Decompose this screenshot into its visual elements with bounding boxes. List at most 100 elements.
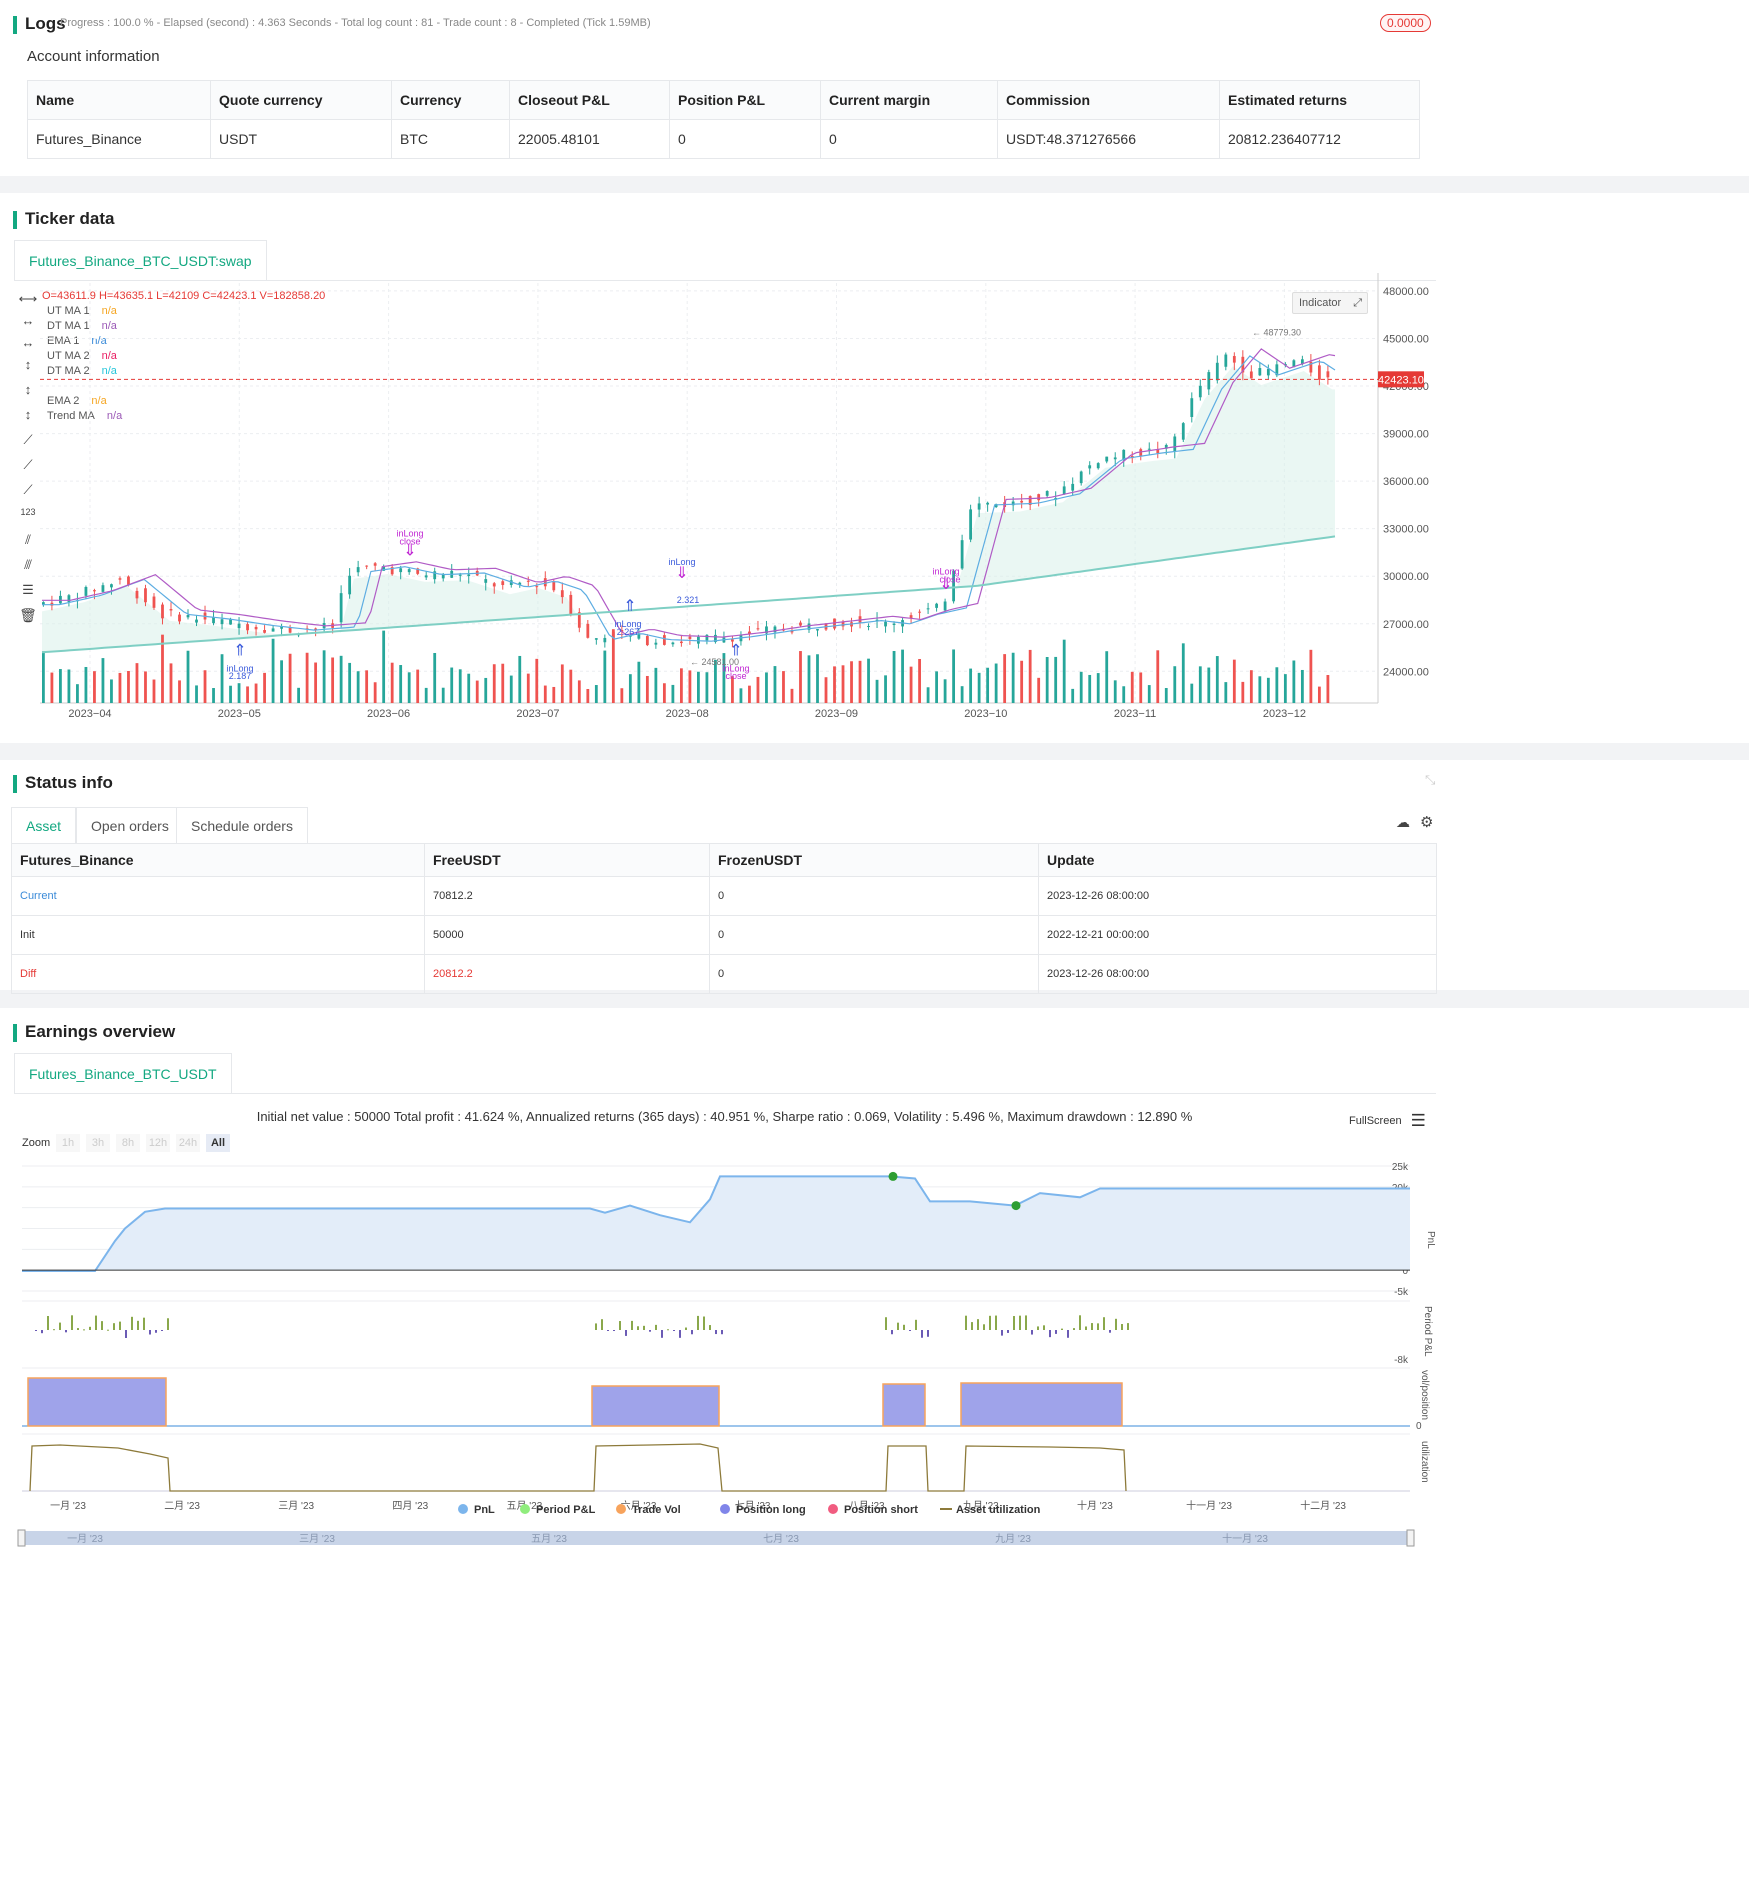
volume-bar	[824, 677, 828, 703]
period-pnl-bar	[95, 1315, 97, 1330]
volume-bar	[195, 685, 198, 703]
volume-bar	[263, 672, 266, 703]
period-pnl-bar	[155, 1330, 157, 1333]
x-tick-label: 2023−10	[964, 708, 1007, 720]
period-pnl-bar	[715, 1330, 717, 1335]
volume-bar	[1011, 652, 1015, 703]
navigator-range	[22, 1531, 1410, 1545]
volume-bar	[748, 685, 751, 703]
volume-bar	[926, 687, 930, 703]
x-month-label: 十月 '23	[1077, 1499, 1113, 1512]
tab-asset[interactable]: Asset	[11, 807, 77, 844]
zoom-1h-button[interactable]: 1h	[56, 1134, 80, 1152]
volume-bar	[543, 685, 547, 703]
volume-bar	[42, 651, 45, 703]
navigator-left-handle	[17, 1529, 26, 1547]
volume-bar	[492, 664, 496, 703]
x-tick-label: 2023−12	[1263, 708, 1306, 720]
axis-title-pnl: PnL	[1425, 1231, 1436, 1249]
volume-bar	[212, 688, 215, 703]
period-pnl-bar	[643, 1325, 645, 1330]
volume-bar	[203, 670, 207, 703]
candle-body	[246, 624, 249, 631]
volume-bar	[858, 660, 862, 703]
account-header-row: Name Quote currency Currency Closeout P&…	[27, 80, 1420, 120]
period-pnl-bar	[667, 1329, 669, 1331]
gear-icon[interactable]: ⚙	[1420, 813, 1433, 831]
candle-body	[688, 636, 692, 639]
volume-bar	[246, 686, 249, 703]
candle-body	[135, 590, 139, 599]
tab-open-orders[interactable]: Open orders	[76, 807, 184, 844]
volume-bar	[67, 669, 71, 703]
volume-bar	[1198, 666, 1202, 703]
row-label-diff: Diff	[11, 954, 425, 994]
candle-body	[1037, 494, 1041, 501]
ma-cloud-fill	[42, 366, 1335, 653]
legend-item-label: Trade Vol	[632, 1504, 681, 1516]
volume-bar	[1147, 685, 1151, 703]
volume-bar	[178, 680, 181, 703]
col-update: Update	[1038, 843, 1437, 877]
menu-icon[interactable]: ☰	[1411, 1111, 1426, 1130]
cell: USDT	[210, 119, 392, 159]
col-free-usdt: FreeUSDT	[424, 843, 710, 877]
cell: Futures_Binance	[27, 119, 211, 159]
candle-body	[705, 634, 709, 641]
tab-schedule-orders[interactable]: Schedule orders	[176, 807, 308, 844]
tab-earnings-symbol[interactable]: Futures_Binance_BTC_USDT	[14, 1053, 232, 1094]
volume-bar	[773, 666, 777, 703]
row-label-current[interactable]: Current	[11, 876, 425, 916]
period-pnl-bar	[703, 1316, 705, 1330]
candle-body	[1113, 457, 1117, 460]
col-current-margin: Current margin	[820, 80, 998, 120]
volume-bar	[1156, 650, 1160, 703]
volume-bar	[424, 687, 428, 703]
period-pnl-bar	[619, 1321, 621, 1330]
y-tick-label: 48000.00	[1383, 286, 1429, 298]
cell: 0	[669, 119, 821, 159]
volume-bar	[101, 658, 105, 703]
period-pnl-bar	[1103, 1317, 1105, 1330]
y-tick-label: 27000.00	[1383, 619, 1429, 631]
candle-body	[373, 563, 377, 566]
volume-bar	[373, 682, 377, 703]
period-pnl-bar	[1091, 1323, 1093, 1330]
candle-body	[926, 608, 930, 610]
candle-body	[1096, 463, 1100, 469]
x-month-label: 二月 '23	[164, 1500, 200, 1512]
candle-body	[662, 635, 666, 645]
volume-bar	[1224, 682, 1228, 703]
candle-body	[484, 579, 488, 583]
volume-bar	[1283, 674, 1287, 703]
zoom-12h-button[interactable]: 12h	[146, 1134, 170, 1152]
candle-body	[569, 594, 573, 616]
collapse-icon[interactable]: ⤡	[1425, 772, 1435, 788]
candle-body	[263, 630, 266, 633]
period-pnl-bar	[1061, 1328, 1063, 1330]
volume-bar	[161, 634, 164, 703]
zoom-24h-button[interactable]: 24h	[176, 1134, 200, 1152]
zoom-3h-button[interactable]: 3h	[86, 1134, 110, 1152]
volume-bar	[782, 671, 785, 703]
cell: 2023-12-26 08:00:00	[1038, 954, 1437, 994]
cell: 70812.2	[424, 876, 710, 916]
cloud-download-icon[interactable]: ☁	[1396, 814, 1410, 831]
earnings-title: Earnings overview	[12, 1022, 176, 1042]
volume-bar	[952, 649, 956, 703]
earnings-chart[interactable]: 25k20k15k10k5k0-5kPnL-8kPeriod P&L0vol/p…	[0, 1156, 1449, 1891]
zoom-All-button[interactable]: All	[206, 1134, 230, 1152]
zoom-label: Zoom	[22, 1137, 51, 1149]
volume-bar	[679, 668, 683, 703]
volume-bar	[841, 665, 845, 703]
fullscreen-button[interactable]: FullScreen ☰	[1349, 1111, 1426, 1131]
col-currency: Currency	[391, 80, 510, 120]
period-pnl-bar	[613, 1330, 615, 1331]
period-pnl-bar	[71, 1315, 73, 1330]
zoom-8h-button[interactable]: 8h	[116, 1134, 140, 1152]
candlestick-chart[interactable]: 48000.0045000.0042000.0039000.0036000.00…	[0, 263, 1749, 743]
candle-body	[348, 575, 352, 595]
volume-bar	[1215, 656, 1219, 703]
period-pnl-bar	[983, 1324, 985, 1330]
buy-arrow-icon: ⇑	[233, 642, 246, 659]
